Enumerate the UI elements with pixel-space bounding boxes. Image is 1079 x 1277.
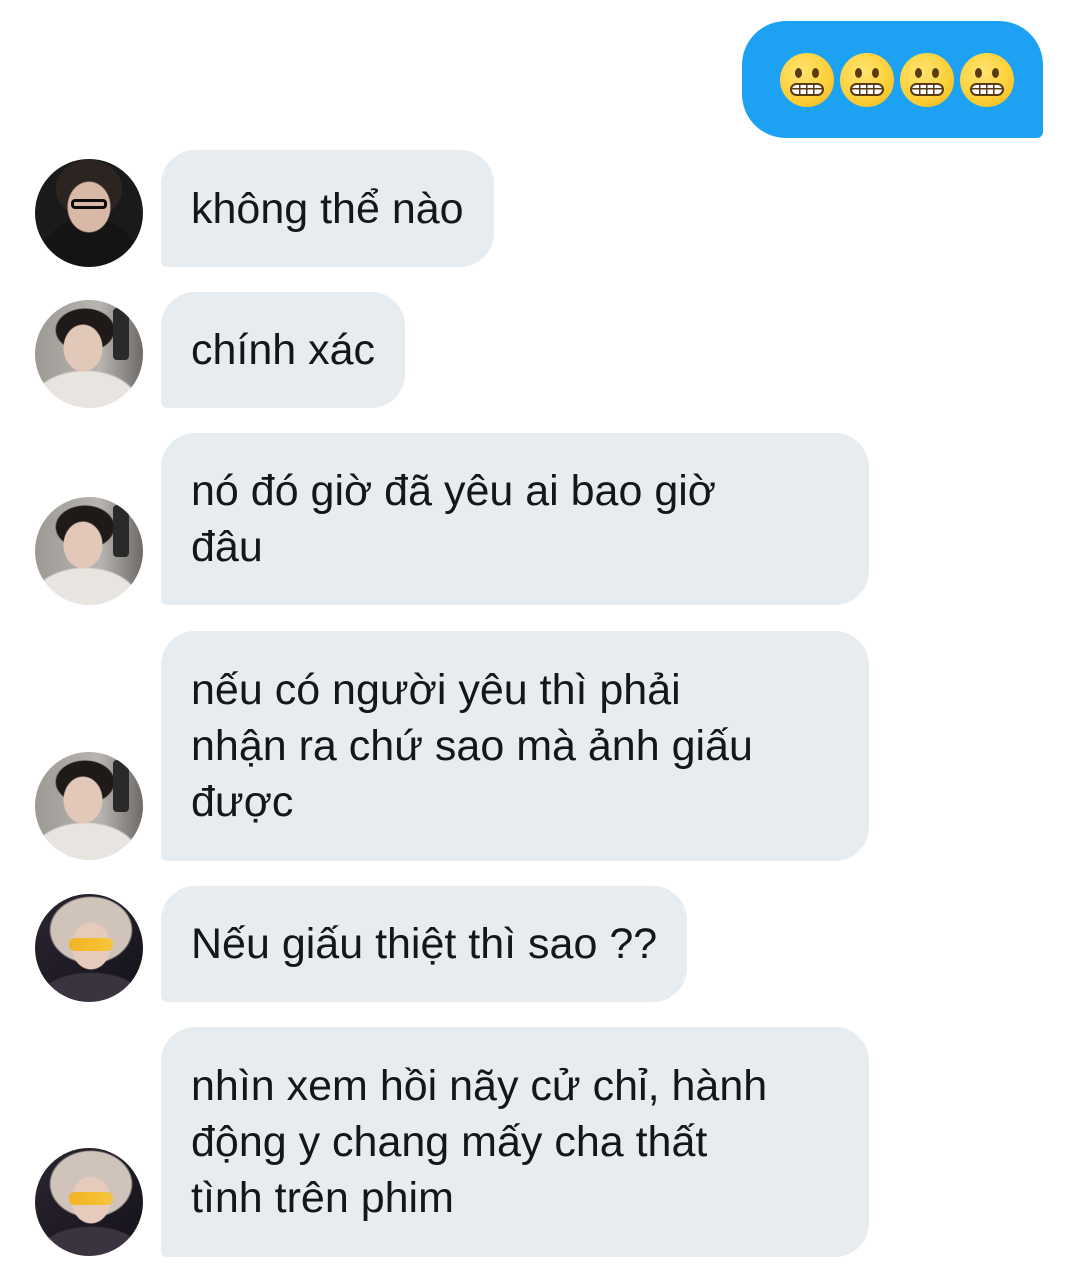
chat-thread: không thể nào chính xác nó đó giờ đã yêu… <box>0 0 1079 1277</box>
message-text: Nếu giấu thiệt thì sao ?? <box>191 920 658 968</box>
grimacing-face-emoji <box>959 52 1014 107</box>
message-text: nếu có người yêu thì phải nhận ra chứ sa… <box>191 666 753 826</box>
received-message-bubble[interactable]: nó đó giờ đã yêu ai bao giờ đâu <box>161 433 869 605</box>
avatar[interactable] <box>35 159 143 267</box>
message-text: chính xác <box>191 326 376 374</box>
avatar[interactable] <box>35 1148 143 1256</box>
avatar[interactable] <box>35 752 143 860</box>
message-text: không thể nào <box>191 184 464 233</box>
grimacing-face-emoji <box>839 52 894 107</box>
grimacing-face-emoji <box>779 52 834 107</box>
received-message-bubble[interactable]: nhìn xem hồi nãy cử chỉ, hành động y cha… <box>161 1027 869 1257</box>
avatar[interactable] <box>35 300 143 408</box>
message-text: nhìn xem hồi nãy cử chỉ, hành động y cha… <box>191 1062 768 1222</box>
avatar[interactable] <box>35 497 143 605</box>
avatar[interactable] <box>35 894 143 1002</box>
received-message-bubble[interactable]: nếu có người yêu thì phải nhận ra chứ sa… <box>161 631 869 861</box>
received-message-bubble[interactable]: Nếu giấu thiệt thì sao ?? <box>161 886 688 1002</box>
message-text: nó đó giờ đã yêu ai bao giờ đâu <box>191 467 716 571</box>
received-message-bubble[interactable]: không thể nào <box>161 150 494 267</box>
grimacing-face-emoji <box>899 52 954 107</box>
received-message-bubble[interactable]: chính xác <box>161 292 406 408</box>
sent-message-bubble[interactable] <box>742 21 1043 138</box>
